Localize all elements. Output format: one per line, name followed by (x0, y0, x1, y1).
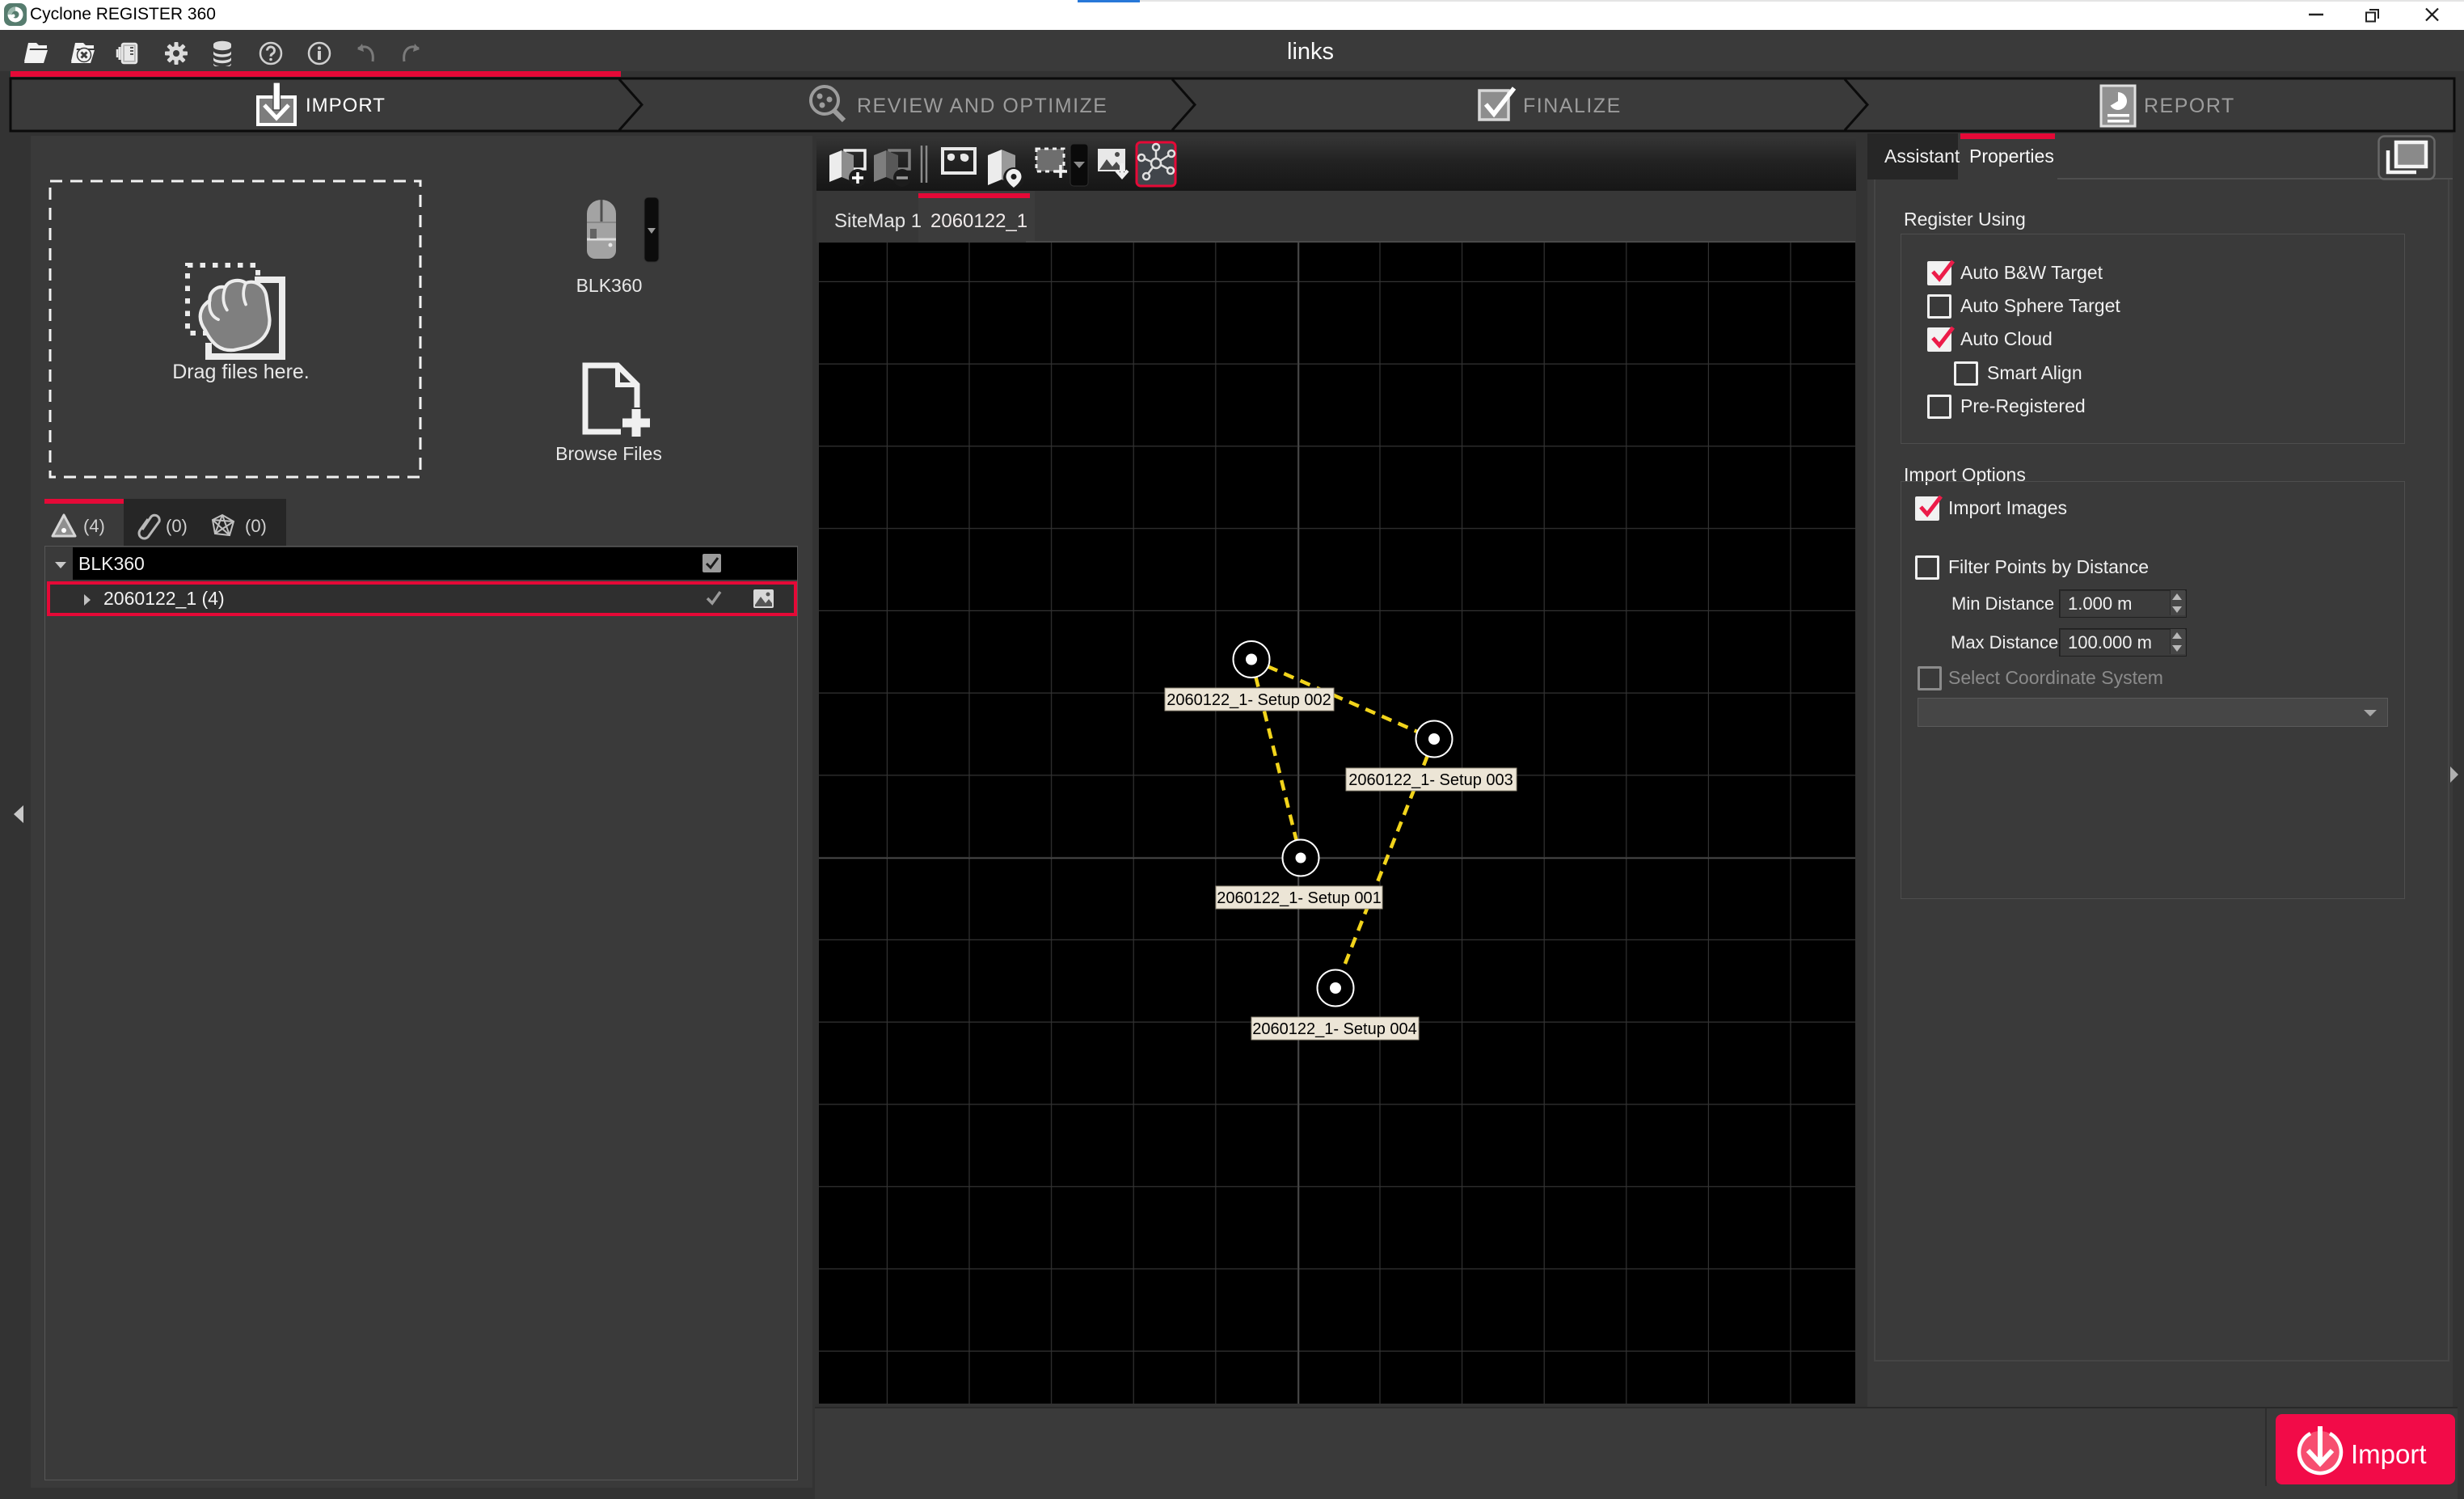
svg-text:FINALIZE: FINALIZE (1523, 95, 1622, 117)
svg-text:REVIEW AND OPTIMIZE: REVIEW AND OPTIMIZE (857, 95, 1108, 117)
svg-text:REPORT: REPORT (2144, 95, 2235, 117)
svg-text:2060122_1- Setup 003: 2060122_1- Setup 003 (1348, 771, 1513, 789)
svg-text:2060122_1- Setup 001: 2060122_1- Setup 001 (1217, 889, 1382, 907)
svg-text:IMPORT: IMPORT (306, 95, 386, 116)
svg-text:2060122_1- Setup 002: 2060122_1- Setup 002 (1167, 691, 1331, 709)
svg-text:Drag files here.: Drag files here. (172, 361, 310, 383)
svg-text:2060122_1- Setup 004: 2060122_1- Setup 004 (1252, 1020, 1417, 1038)
